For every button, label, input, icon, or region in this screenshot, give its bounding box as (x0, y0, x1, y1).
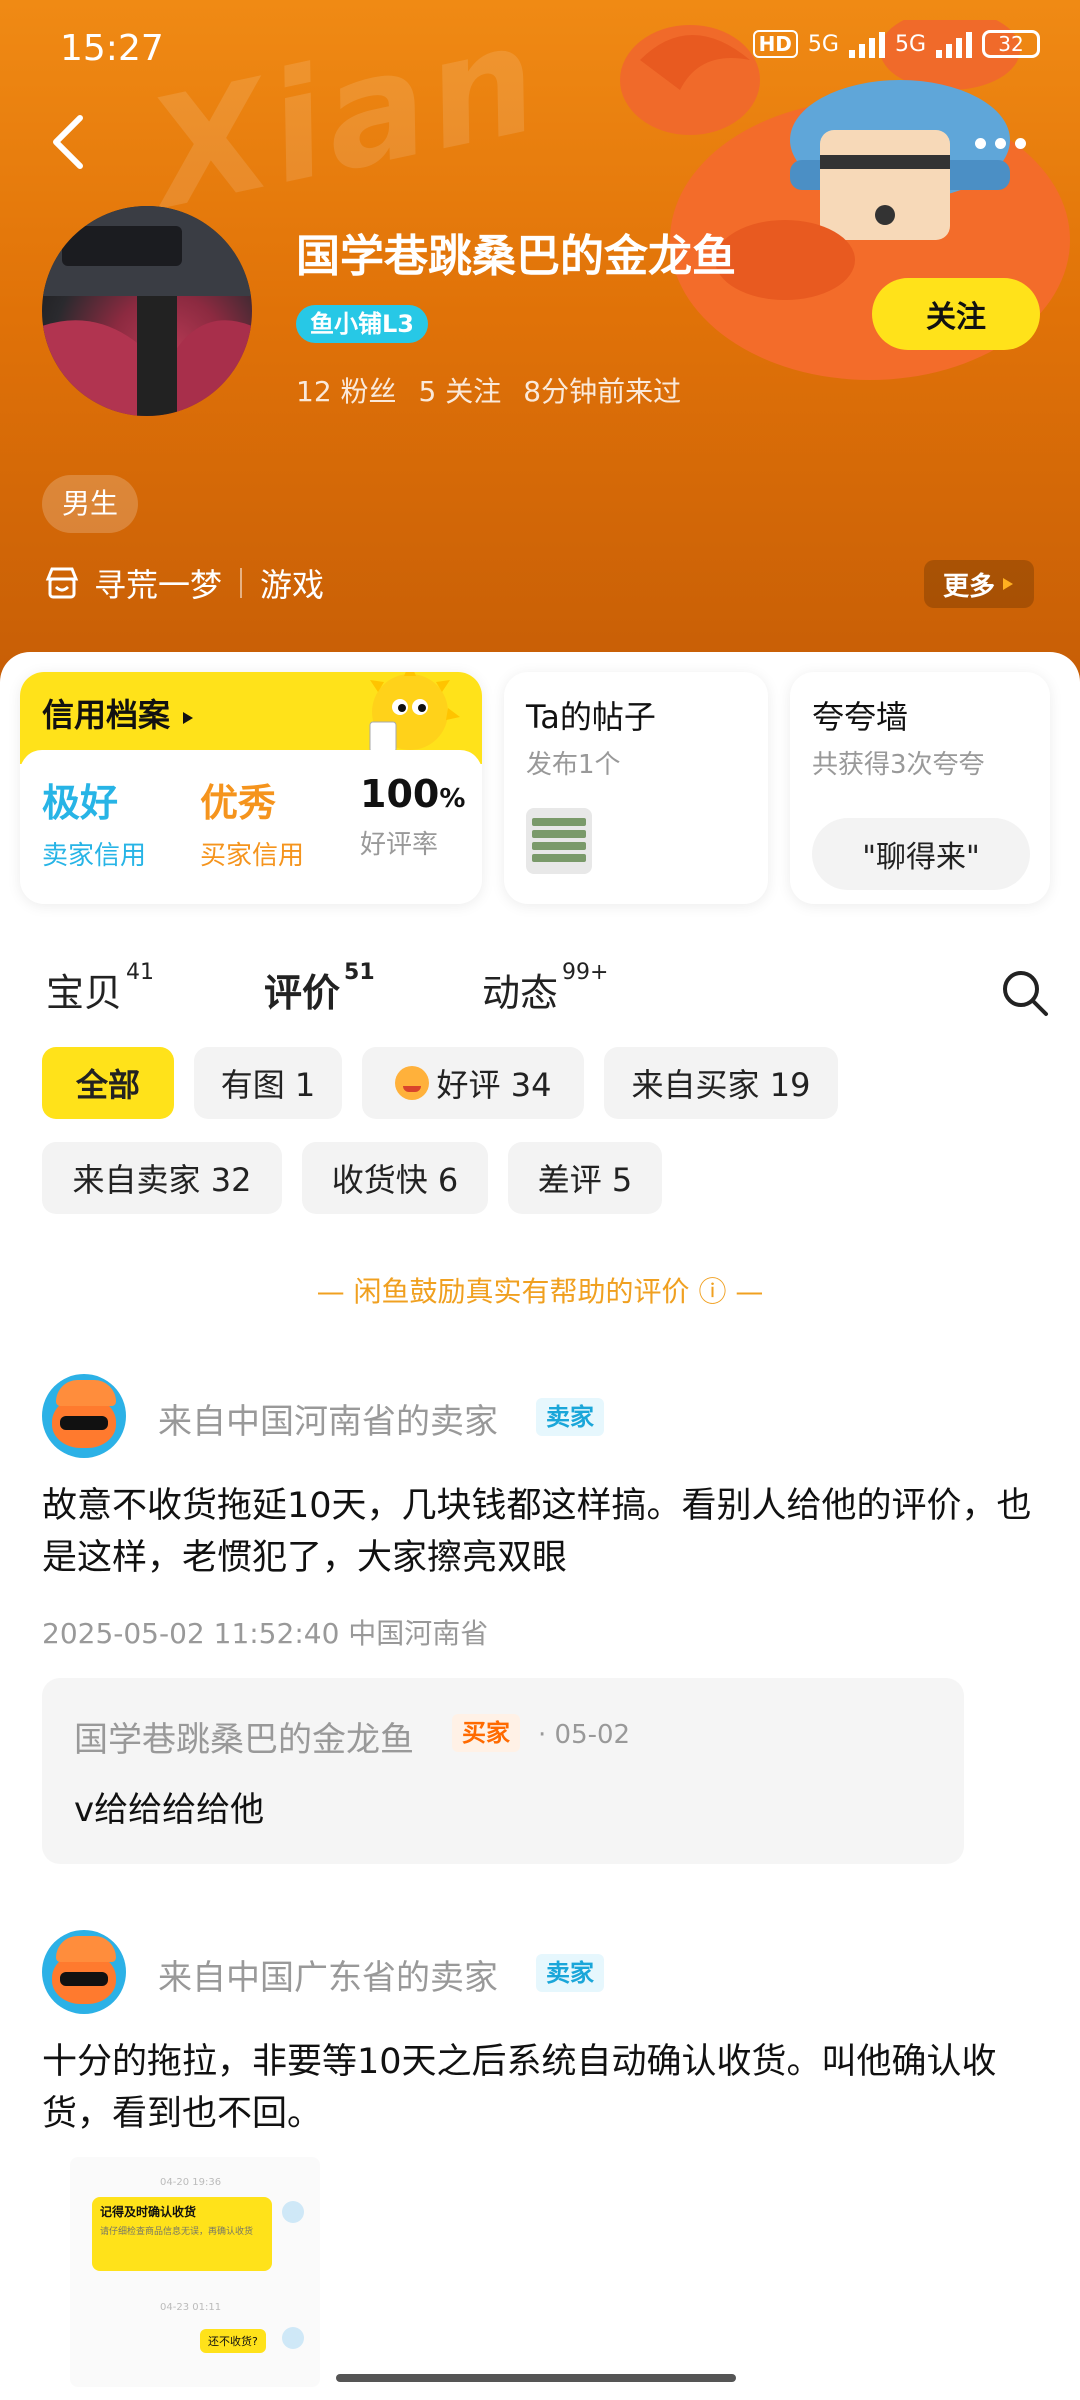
triangle-right-icon (1003, 578, 1013, 590)
shop-name: 国学巷跳桑巴的金龙鱼 (296, 231, 736, 282)
tag-divider (240, 568, 243, 598)
chat-avatar (282, 2201, 304, 2223)
review-meta: 2025-05-02 11:52:40 中国河南省 (42, 1617, 489, 1650)
filter-negative[interactable]: 差评 5 (508, 1142, 662, 1214)
category-tag: 游戏 (260, 566, 325, 604)
follow-button[interactable]: 关注 (872, 278, 1040, 350)
posts-count: 发布1个 (526, 750, 621, 780)
praise-wall-card[interactable]: 夸夸墙 共获得3次夸夸 "聊得来" (790, 672, 1050, 904)
review-notice[interactable]: — 闲鱼鼓励真实有帮助的评价 ⓘ — (0, 1270, 1080, 1310)
credit-card-body: 极好 卖家信用 优秀 买家信用 100% 好评率 (20, 750, 482, 904)
reviewer-avatar[interactable] (42, 1930, 126, 2014)
tab-reviews[interactable]: 评价 51 (264, 960, 375, 1017)
game-name: 寻荒一梦 (94, 566, 223, 604)
search-icon[interactable] (1000, 968, 1050, 1018)
praise-card-title: 夸夸墙 (812, 698, 909, 736)
reply-author: 国学巷跳桑巴的金龙鱼 (74, 1720, 414, 1760)
tab-activity[interactable]: 动态 99+ (482, 960, 608, 1017)
shop-stats: 12 粉丝 5 关注 8分钟前来过 (296, 370, 681, 410)
interest-tags: 寻荒一梦 游戏 (44, 560, 324, 606)
filter-from-buyer[interactable]: 来自买家 19 (604, 1047, 838, 1119)
more-options-icon[interactable] (975, 125, 1035, 161)
filter-positive[interactable]: 好评 34 (362, 1047, 584, 1119)
hd-icon: HD (752, 30, 798, 58)
review-text: 十分的拖拉，非要等10天之后系统自动确认收货。叫他确认收货，看到也不回。 (42, 2042, 997, 2134)
reply-date: · 05-02 (538, 1720, 631, 1750)
credit-card-title: 信用档案 (42, 690, 195, 736)
fans-count[interactable]: 12 粉丝 (296, 370, 397, 410)
seller-badge: 卖家 (536, 1398, 604, 1436)
chat-time-1: 04-20 19:36 (160, 2177, 222, 2188)
credit-profile-card[interactable]: 信用档案 极好 卖家信用 优秀 买家信用 100% 好评率 (20, 672, 482, 904)
triangle-right-icon (183, 712, 194, 724)
seller-badge: 卖家 (536, 1954, 604, 1992)
shop-header: Xian 15:27 HD 5G 5G 32 国学巷跳桑巴的金龙鱼 鱼小铺L3 … (0, 0, 1080, 700)
posts-card[interactable]: Ta的帖子 发布1个 (504, 672, 768, 904)
car-interior-image (42, 206, 252, 416)
chat-reply: 还不收货? (200, 2329, 266, 2353)
chat-time-2: 04-23 01:11 (160, 2302, 222, 2313)
status-time: 15:27 (60, 28, 164, 69)
signal-icon (848, 30, 885, 58)
smile-emoji-icon (394, 1066, 429, 1100)
praise-chip[interactable]: "聊得来" (812, 818, 1030, 890)
posts-card-title: Ta的帖子 (526, 698, 656, 736)
filter-with-images[interactable]: 有图 1 (194, 1047, 342, 1119)
gender-tag: 男生 (42, 475, 139, 533)
reviewer-avatar[interactable] (42, 1374, 126, 1458)
battery-icon: 32 (982, 30, 1040, 58)
profile-tabs: 宝贝 41 评价 51 动态 99+ (0, 950, 1080, 1030)
home-indicator[interactable] (336, 2374, 736, 2382)
chat-bubble: 记得及时确认收货 请仔细检查商品信息无误，再确认收货 (92, 2197, 272, 2271)
more-tags-button[interactable]: 更多 (924, 560, 1034, 608)
network-label-2: 5G (894, 31, 926, 57)
review-screenshot-image[interactable]: 04-20 19:36 记得及时确认收货 请仔细检查商品信息无误，再确认收货 0… (70, 2157, 320, 2387)
following-count[interactable]: 5 关注 (419, 370, 502, 410)
review-text: 故意不收货拖延10天，几块钱都这样搞。看别人给他的评价，也是这样，老惯犯了，大家… (42, 1486, 1032, 1578)
network-label: 5G (807, 31, 839, 57)
shop-level-badge[interactable]: 鱼小铺L3 (296, 305, 428, 343)
post-thumbnail[interactable] (526, 808, 592, 874)
chat-avatar (282, 2327, 304, 2349)
tab-items[interactable]: 宝贝 41 (46, 960, 154, 1017)
filter-all[interactable]: 全部 (42, 1047, 174, 1119)
reply-text: v给给给给他 (74, 1790, 265, 1830)
filter-fast-receipt[interactable]: 收货快 6 (302, 1142, 488, 1214)
chat-bubble-text: 请仔细检查商品信息无误，再确认收货 (100, 2227, 254, 2237)
praise-count: 共获得3次夸夸 (812, 750, 985, 780)
back-arrow-icon[interactable] (44, 112, 94, 172)
positive-rate: 100% 好评率 (360, 772, 466, 860)
main-content: 信用档案 极好 卖家信用 优秀 买家信用 100% 好评率 Ta的帖子 发布1个… (0, 652, 1080, 2400)
chat-bubble-title: 记得及时确认收货 (100, 2205, 197, 2219)
filter-from-seller[interactable]: 来自卖家 32 (42, 1142, 282, 1214)
status-indicators: HD 5G 5G 32 (752, 30, 1040, 58)
signal-icon-2 (936, 30, 972, 58)
reply-box: 国学巷跳桑巴的金龙鱼 买家 · 05-02 v给给给给他 (42, 1678, 964, 1864)
reviewer-origin: 来自中国广东省的卖家 (158, 1958, 498, 1998)
brand-watermark: Xian (136, 0, 555, 243)
store-icon (45, 567, 79, 599)
reviewer-origin: 来自中国河南省的卖家 (158, 1402, 498, 1442)
more-tags-label: 更多 (942, 571, 995, 602)
last-seen: 8分钟前来过 (523, 375, 682, 408)
buyer-badge: 买家 (452, 1714, 520, 1752)
seller-credit: 极好 卖家信用 (42, 781, 147, 871)
sun-mascot-icon (369, 672, 460, 753)
shop-avatar[interactable] (42, 206, 252, 416)
buyer-credit: 优秀 买家信用 (200, 781, 305, 871)
